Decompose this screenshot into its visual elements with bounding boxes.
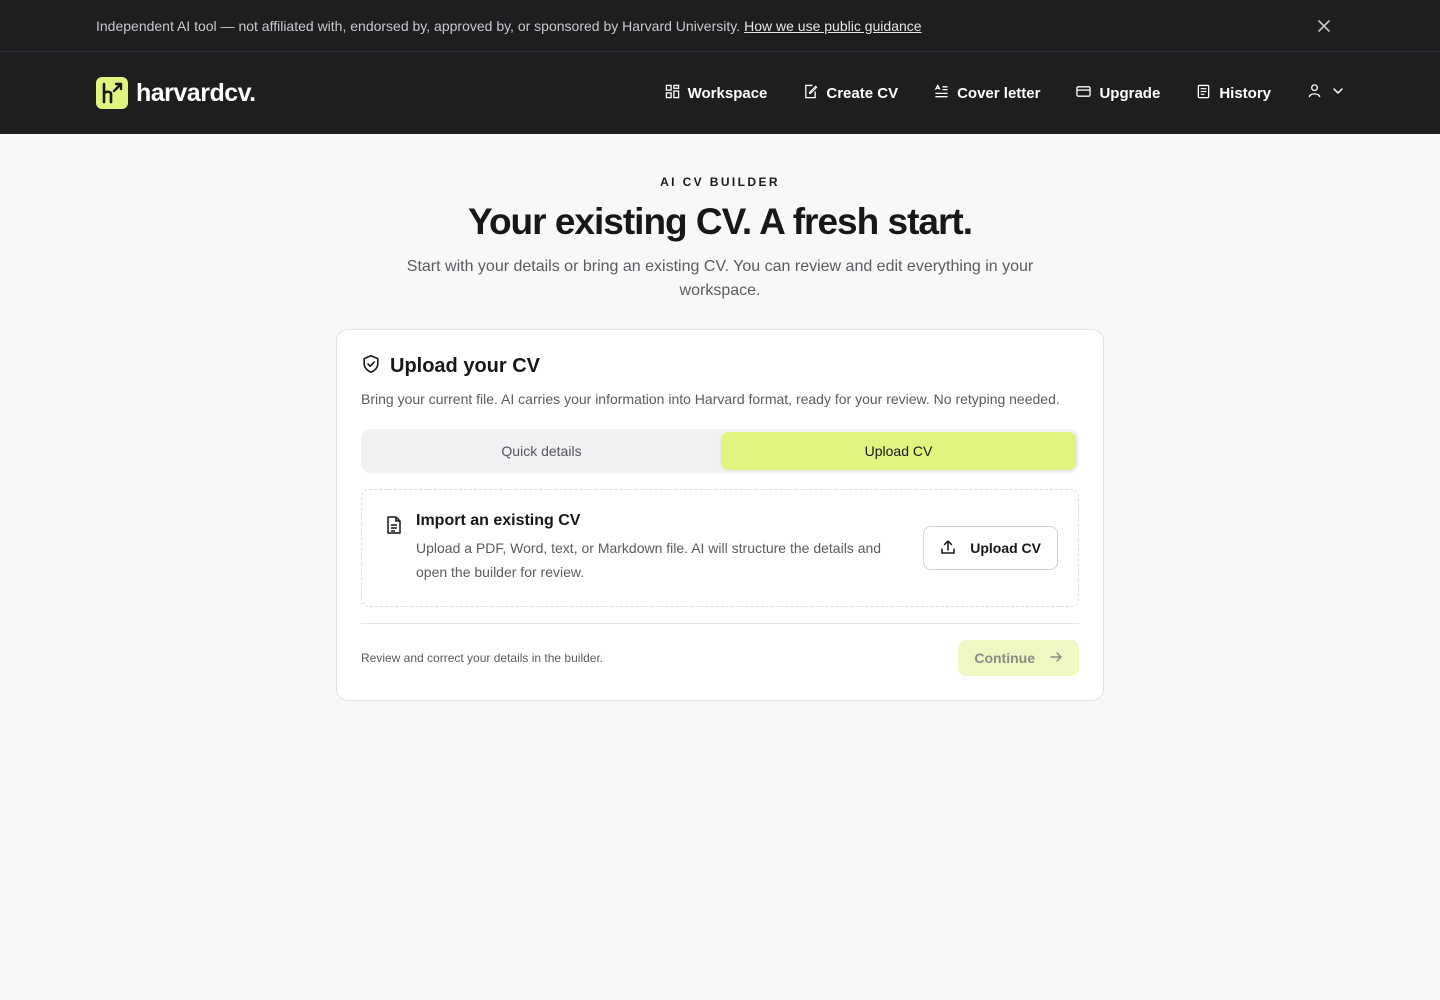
site-header: harvardcv. Workspace Create CV Cover let…	[0, 52, 1440, 134]
tab-quick-details[interactable]: Quick details	[364, 432, 719, 470]
chevron-down-icon	[1332, 84, 1344, 102]
divider	[361, 623, 1079, 624]
public-guidance-link[interactable]: How we use public guidance	[744, 18, 921, 34]
edit-document-icon	[803, 84, 818, 103]
import-description: Upload a PDF, Word, text, or Markdown fi…	[416, 540, 882, 580]
nav-workspace-label: Workspace	[687, 84, 768, 102]
continue-button-label: Continue	[974, 650, 1035, 666]
import-text: Import an existing CV Upload a PDF, Word…	[416, 512, 923, 584]
shield-check-icon	[361, 354, 381, 379]
card-icon	[1076, 84, 1092, 103]
close-icon[interactable]	[1314, 16, 1334, 36]
nav-create-cv[interactable]: Create CV	[803, 84, 898, 103]
nav-create-cv-label: Create CV	[826, 84, 899, 102]
card-footer: Review and correct your details in the b…	[361, 640, 1079, 676]
list-document-icon	[1196, 84, 1211, 103]
nav-upgrade[interactable]: Upgrade	[1076, 84, 1160, 103]
nav-cover-letter-label: Cover letter	[957, 84, 1041, 102]
upload-icon	[940, 539, 956, 558]
continue-button[interactable]: Continue	[958, 640, 1079, 676]
nav-history[interactable]: History	[1196, 84, 1271, 103]
disclaimer-banner: Independent AI tool — not affiliated wit…	[0, 0, 1440, 52]
mode-toggle: Quick details Upload CV	[361, 429, 1079, 473]
banner-text: Independent AI tool — not affiliated wit…	[96, 17, 741, 34]
upload-cv-button[interactable]: Upload CV	[923, 526, 1058, 570]
page-subtitle: Start with your details or bring an exis…	[406, 258, 1034, 299]
tab-upload-cv[interactable]: Upload CV	[721, 432, 1076, 470]
brand-name: harvardcv.	[136, 78, 256, 107]
document-icon	[384, 515, 404, 540]
nav-upgrade-label: Upgrade	[1099, 84, 1161, 102]
grid-icon	[665, 84, 680, 103]
text-lines-icon	[934, 83, 949, 103]
nav-workspace[interactable]: Workspace	[665, 84, 768, 103]
account-menu-button[interactable]	[1307, 83, 1344, 103]
import-title: Import an existing CV	[416, 512, 581, 529]
nav-history-label: History	[1219, 84, 1271, 102]
eyebrow-label: AI CV BUILDER	[660, 175, 780, 189]
upload-card: Upload your CV Bring your current file. …	[336, 329, 1104, 701]
card-description: Bring your current file. AI carries your…	[361, 391, 1060, 407]
user-icon	[1307, 83, 1322, 103]
nav-cover-letter[interactable]: Cover letter	[934, 83, 1041, 103]
footer-note: Review and correct your details in the b…	[361, 651, 604, 665]
brand-logo-link[interactable]: harvardcv.	[96, 77, 256, 109]
upload-cv-button-label: Upload CV	[970, 540, 1041, 556]
hero-section: AI CV BUILDER Your existing CV. A fresh …	[0, 175, 1440, 303]
logo-mark	[96, 77, 128, 109]
page-title: Your existing CV. A fresh start.	[468, 201, 973, 242]
card-title: Upload your CV	[390, 355, 541, 377]
main-nav: Workspace Create CV Cover letter Upgrade…	[665, 83, 1344, 103]
card-header: Upload your CV	[361, 354, 1079, 379]
import-dropzone[interactable]: Import an existing CV Upload a PDF, Word…	[361, 489, 1079, 607]
arrow-right-icon	[1049, 650, 1063, 667]
